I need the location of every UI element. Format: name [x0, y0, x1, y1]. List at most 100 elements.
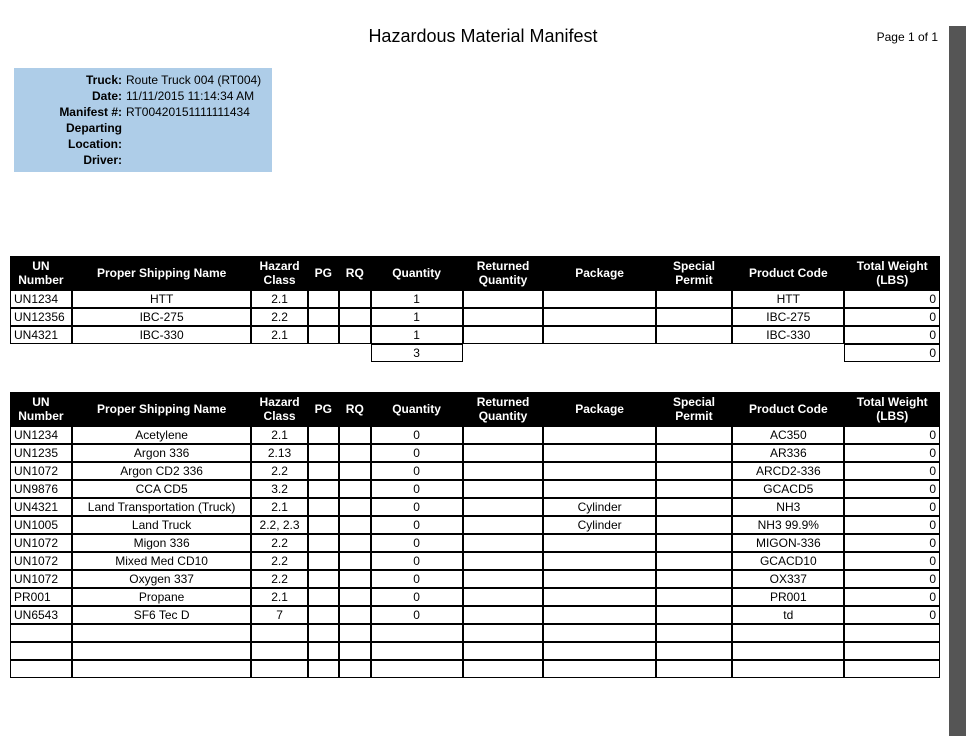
spacer-cell [463, 344, 544, 362]
cell-un: UN1005 [10, 516, 72, 534]
cell-pkg: Cylinder [543, 498, 655, 516]
cell-pkg: Cylinder [543, 516, 655, 534]
cell-pg [308, 660, 339, 678]
table-row: UN1072Mixed Med CD102.20GCACD100 [10, 552, 940, 570]
col-ret: Returned Quantity [463, 392, 544, 426]
cell-sp [656, 308, 732, 326]
cell-hz [251, 642, 307, 660]
cell-pc: NH3 99.9% [732, 516, 844, 534]
cell-ret [463, 426, 544, 444]
cell-pg [308, 426, 339, 444]
table-row: UN9876CCA CD53.20GCACD50 [10, 480, 940, 498]
cell-un: UN1072 [10, 462, 72, 480]
cell-hz [251, 624, 307, 642]
departing-location-value [126, 120, 264, 152]
cell-pg [308, 642, 339, 660]
cell-pc: ARCD2-336 [732, 462, 844, 480]
cell-qty: 0 [371, 462, 463, 480]
cell-un: UN12356 [10, 308, 72, 326]
cell-pc [732, 642, 844, 660]
cell-rq [339, 552, 370, 570]
cell-hz: 2.2, 2.3 [251, 516, 307, 534]
cell-ret [463, 326, 544, 344]
cell-name: CCA CD5 [72, 480, 252, 498]
col-hazard: Hazard Class [251, 256, 307, 290]
cell-pkg [543, 308, 655, 326]
cell-pkg [543, 660, 655, 678]
cell-ret [463, 606, 544, 624]
manifest-table-1: UN Number Proper Shipping Name Hazard Cl… [10, 256, 940, 362]
cell-pg [308, 552, 339, 570]
cell-pc: AC350 [732, 426, 844, 444]
col-sp: Special Permit [656, 392, 732, 426]
cell-wt: 0 [844, 588, 940, 606]
cell-rq [339, 462, 370, 480]
cell-pc: HTT [732, 290, 844, 308]
cell-wt: 0 [844, 326, 940, 344]
cell-name: Land Transportation (Truck) [72, 498, 252, 516]
cell-ret [463, 570, 544, 588]
cell-rq [339, 308, 370, 326]
cell-pg [308, 516, 339, 534]
cell-hz: 3.2 [251, 480, 307, 498]
cell-ret [463, 498, 544, 516]
table-row: UN1234Acetylene2.10AC3500 [10, 426, 940, 444]
driver-label: Driver: [18, 152, 126, 168]
cell-pc: OX337 [732, 570, 844, 588]
truck-value: Route Truck 004 (RT004) [126, 72, 264, 88]
cell-rq [339, 444, 370, 462]
table-row: UN12356IBC-2752.21IBC-2750 [10, 308, 940, 326]
cell-pc: AR336 [732, 444, 844, 462]
cell-ret [463, 462, 544, 480]
manifest-number-value: RT00420151111111434 [126, 104, 264, 120]
cell-hz: 2.1 [251, 426, 307, 444]
cell-un: UN1072 [10, 570, 72, 588]
vertical-scrollbar[interactable] [949, 26, 966, 736]
spacer-cell [72, 344, 252, 362]
cell-name: Migon 336 [72, 534, 252, 552]
cell-pkg [543, 552, 655, 570]
cell-hz: 2.1 [251, 588, 307, 606]
cell-name [72, 642, 252, 660]
cell-pkg [543, 326, 655, 344]
cell-qty: 0 [371, 552, 463, 570]
report-title: Hazardous Material Manifest [0, 26, 966, 47]
table-row: UN1005Land Truck2.2, 2.3 0 Cylinder NH3 99.… [10, 516, 940, 534]
cell-pg [308, 570, 339, 588]
col-name: Proper Shipping Name [72, 392, 252, 426]
cell-qty: 0 [371, 516, 463, 534]
spacer-cell [308, 344, 339, 362]
cell-name: Mixed Med CD10 [72, 552, 252, 570]
cell-wt: 0 [844, 606, 940, 624]
cell-pg [308, 444, 339, 462]
cell-rq [339, 660, 370, 678]
cell-pg [308, 308, 339, 326]
cell-sp [656, 570, 732, 588]
cell-pg [308, 290, 339, 308]
cell-pc: GCACD5 [732, 480, 844, 498]
cell-hz: 2.2 [251, 462, 307, 480]
cell-pg [308, 498, 339, 516]
cell-name: Land Truck [72, 516, 252, 534]
cell-wt [844, 642, 940, 660]
cell-wt: 0 [844, 444, 940, 462]
cell-qty: 1 [371, 308, 463, 326]
cell-rq [339, 498, 370, 516]
cell-qty: 0 [371, 606, 463, 624]
table-header: UN Number Proper Shipping Name Hazard Cl… [10, 256, 940, 290]
cell-rq [339, 624, 370, 642]
cell-ret [463, 516, 544, 534]
cell-name [72, 624, 252, 642]
cell-ret [463, 480, 544, 498]
cell-qty: 1 [371, 326, 463, 344]
cell-name: Propane [72, 588, 252, 606]
cell-un: UN4321 [10, 498, 72, 516]
cell-rq [339, 570, 370, 588]
cell-ret [463, 534, 544, 552]
cell-hz: 2.1 [251, 498, 307, 516]
col-qty: Quantity [371, 392, 463, 426]
cell-wt: 0 [844, 480, 940, 498]
cell-qty: 0 [371, 480, 463, 498]
cell-ret [463, 290, 544, 308]
cell-un [10, 642, 72, 660]
